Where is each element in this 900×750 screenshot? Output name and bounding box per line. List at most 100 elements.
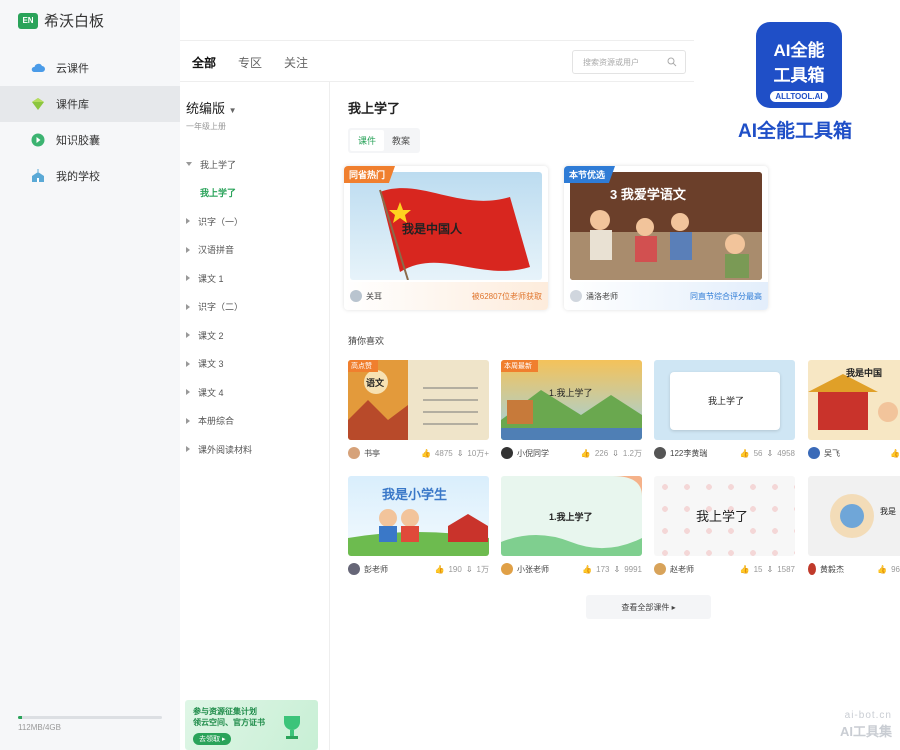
author-name: 彭老师 xyxy=(364,564,388,574)
sidebar-item-my-school[interactable]: 我的学校 xyxy=(0,158,180,194)
app-brand[interactable]: EN 希沃白板 xyxy=(18,10,104,31)
tab-zone[interactable]: 专区 xyxy=(238,54,262,71)
top-tab-bar: 全部 专区 关注 搜索资源或用户 xyxy=(180,40,694,82)
storage-usage: 112MB/4GB xyxy=(18,716,162,732)
caret-right-icon xyxy=(186,218,190,225)
caret-right-icon xyxy=(186,303,190,310)
tree-item[interactable]: 课文 2 xyxy=(180,321,329,350)
courseware-card[interactable]: 我是中国 吴飞 👍 xyxy=(808,360,900,466)
download-icon: ⇩ xyxy=(612,448,619,458)
like-icon[interactable]: 👍 xyxy=(740,565,750,574)
like-count: 173 xyxy=(596,564,610,574)
avatar xyxy=(808,563,816,575)
featured-note: 同直节综合评分最高 xyxy=(690,291,762,301)
sidebar-item-knowledge-capsule[interactable]: 知识胶囊 xyxy=(0,122,180,158)
like-icon[interactable]: 👍 xyxy=(435,565,445,574)
caret-down-icon xyxy=(186,162,192,167)
courseware-card[interactable]: 我上学了 赵老师 👍 15 ⇩ 1587 xyxy=(654,476,795,582)
featured-thumbnail: 我是中国人 xyxy=(350,172,542,280)
courseware-card[interactable]: 我是小学生 彭老师 👍 190 ⇩ 1万 xyxy=(348,476,489,582)
lesson-title: 我上学了 xyxy=(348,101,401,116)
like-icon[interactable]: 👍 xyxy=(421,449,431,458)
search-input[interactable]: 搜索资源或用户 xyxy=(572,50,686,74)
courseware-card[interactable]: 语文 高点赞 书亭 👍 4875 ⇩ 10万+ xyxy=(348,360,489,466)
download-count: 1万 xyxy=(476,564,489,574)
unit-list: 我上学了 我上学了 识字（一） 汉语拼音 课文 1 识字（二） 课文 2 课文 … xyxy=(180,150,329,464)
courseware-card[interactable]: 我上学了 122李黄瑞 👍 56 ⇩ 4958 xyxy=(654,360,795,466)
search-placeholder: 搜索资源或用户 xyxy=(583,57,639,67)
logo-badge: ALLTOOL.AI xyxy=(770,91,828,102)
caret-right-icon xyxy=(186,360,190,367)
category-tabs: 全部 专区 关注 xyxy=(192,54,308,71)
avatar xyxy=(808,447,820,459)
featured-card[interactable]: 我是中国人 同省热门 关耳 被62807位老师获取 xyxy=(344,166,548,310)
logo-line-2: 工具箱 xyxy=(773,66,825,85)
watermark-name: AI工具集 xyxy=(839,724,892,739)
tree-item[interactable]: 本册综合 xyxy=(180,407,329,436)
card-thumbnail: 语文 高点赞 xyxy=(348,360,489,440)
tree-item[interactable]: 汉语拼音 xyxy=(180,236,329,265)
author-name: 吴飞 xyxy=(824,448,840,458)
courseware-card[interactable]: 我是 黄毅杰 👍 96 xyxy=(808,476,900,582)
like-icon[interactable]: 👍 xyxy=(581,449,591,458)
textbook-tree: 统编版 ▼ 一年级上册 我上学了 我上学了 识字（一） 汉语拼音 课文 1 识字… xyxy=(180,82,330,750)
download-icon: ⇩ xyxy=(613,564,621,574)
like-icon[interactable]: 👍 xyxy=(740,449,750,458)
caret-right-icon xyxy=(186,332,190,339)
tree-item[interactable]: 识字（一） xyxy=(180,207,329,236)
tab-all[interactable]: 全部 xyxy=(192,54,216,71)
tree-item[interactable]: 我上学了 xyxy=(180,150,329,179)
tree-subitem-active[interactable]: 我上学了 xyxy=(180,179,329,208)
tree-item[interactable]: 课文 4 xyxy=(180,378,329,407)
featured-note: 被62807位老师获取 xyxy=(471,291,542,301)
tab-courseware[interactable]: 课件 xyxy=(350,130,385,151)
edition-selector[interactable]: 统编版 ▼ 一年级上册 xyxy=(180,82,329,132)
tab-lesson-plan[interactable]: 教案 xyxy=(384,130,418,151)
left-sidebar: EN 希沃白板 云课件 课件库 知识胶囊 我的学校 112MB/4GB xyxy=(0,0,180,750)
author-name: 122李黄瑞 xyxy=(670,448,708,458)
card-thumb-text: 1.我上学了 xyxy=(549,512,593,522)
sidebar-item-cloud-courseware[interactable]: 云课件 xyxy=(0,50,180,86)
promo-claim-button[interactable]: 去领取 ▸ xyxy=(193,733,232,745)
author-name: 小倪同学 xyxy=(517,448,549,458)
like-icon[interactable]: 👍 xyxy=(890,449,900,458)
avatar xyxy=(348,447,360,459)
view-all-courseware-button[interactable]: 查看全部课件 ▸ xyxy=(586,595,711,619)
storage-text: 112MB/4GB xyxy=(18,723,61,732)
tree-item[interactable]: 课文 3 xyxy=(180,350,329,379)
caret-right-icon xyxy=(186,446,190,453)
author-name: 涌洛老师 xyxy=(586,291,618,301)
download-count: 10万+ xyxy=(467,448,489,458)
tab-follow[interactable]: 关注 xyxy=(284,54,308,71)
download-count: 1.2万 xyxy=(622,448,642,458)
ai-tool-name: AI全能工具箱 xyxy=(738,121,853,142)
author-name: 书亭 xyxy=(364,448,380,458)
courseware-card[interactable]: 1.我上学了 本周最新 小倪同学 👍 226 ⇩ 1.2万 xyxy=(501,360,642,466)
landscape-illustration xyxy=(501,390,642,440)
resource-plan-banner[interactable]: 参与资源征集计划 领云空间、官方证书 去领取 ▸ xyxy=(185,700,318,750)
featured-thumbnail: 3 我爱学语文 xyxy=(570,172,762,280)
sidebar-item-courseware-library[interactable]: 课件库 xyxy=(0,86,180,122)
watermark-url: ai-bot.cn xyxy=(844,710,892,721)
card-thumbnail: 我上学了 xyxy=(654,360,795,440)
like-count: 226 xyxy=(594,448,609,458)
logo-line-1: AI全能 xyxy=(773,41,825,60)
card-thumb-text: 1.我上学了 xyxy=(549,388,593,398)
download-icon: ⇩ xyxy=(465,564,473,574)
like-count: 190 xyxy=(448,564,462,574)
tree-item[interactable]: 课外阅读材料 xyxy=(180,435,329,464)
author-name: 黄毅杰 xyxy=(820,564,844,574)
courseware-card[interactable]: 1.我上学了 小张老师 👍 173 ⇩ 9991 xyxy=(501,476,642,582)
ai-tool-overlay: AI全能 工具箱 ALLTOOL.AI AI全能工具箱 xyxy=(720,22,900,152)
storage-progress-bar xyxy=(18,716,162,719)
search-icon[interactable] xyxy=(667,57,677,67)
recommend-title: 猜你喜欢 xyxy=(348,336,385,346)
sidebar-nav: 云课件 课件库 知识胶囊 我的学校 xyxy=(0,50,180,194)
tree-item[interactable]: 识字（二） xyxy=(180,293,329,322)
avatar xyxy=(570,290,582,302)
featured-card[interactable]: 3 我爱学语文 本节优选 涌洛老师 同直节综合评分最高 xyxy=(564,166,768,310)
like-icon[interactable]: 👍 xyxy=(582,565,592,574)
tree-item[interactable]: 课文 1 xyxy=(180,264,329,293)
like-icon[interactable]: 👍 xyxy=(877,565,887,574)
avatar xyxy=(348,563,360,575)
